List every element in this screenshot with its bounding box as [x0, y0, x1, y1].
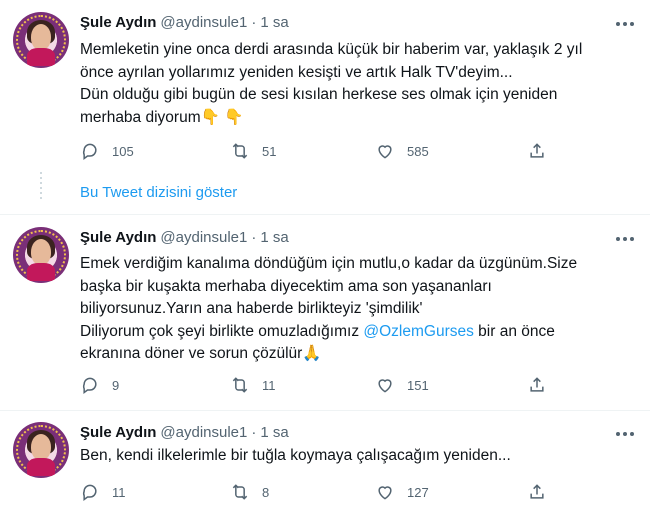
separator: · — [251, 14, 257, 31]
like-button[interactable]: 151 — [375, 375, 429, 395]
tweet-text-line: Emek verdiğim kanalıma döndüğüm için mut… — [80, 255, 578, 272]
tweet-text-fragment: Diliyorum çok şeyi birlikte omuzladığımı… — [80, 322, 364, 340]
like-icon — [378, 379, 392, 393]
more-icon[interactable] — [612, 424, 638, 444]
separator: · — [251, 229, 257, 246]
tweet-text: Emek verdiğim kanalıma döndüğüm için mut… — [80, 253, 640, 366]
share-button[interactable] — [527, 375, 547, 395]
tweet-text-line: Dün olduğu gibi bugün de sesi kısılan he… — [80, 86, 558, 103]
reply-button[interactable]: 11 — [80, 482, 126, 502]
reply-count: 105 — [112, 143, 134, 159]
tweet-text-line: Memleketin yine onca derdi arasında küçü… — [80, 41, 583, 58]
like-icon — [378, 486, 392, 500]
retweet-button[interactable]: 51 — [230, 141, 276, 161]
separator: · — [251, 424, 257, 441]
tweet-text-line: Diliyorum çok şeyi birlikte omuzladığımı… — [80, 321, 640, 344]
tweet-actions: 11 8 127 — [80, 482, 560, 502]
retweet-icon — [232, 377, 248, 393]
tweet-text-line: başka bir kuşakta merhaba diyecektim ama… — [80, 277, 492, 295]
share-icon — [530, 377, 544, 392]
author-handle[interactable]: @aydinsule1 — [160, 14, 247, 31]
retweet-icon — [232, 484, 248, 500]
timestamp[interactable]: 1 sa — [260, 14, 288, 31]
share-button[interactable] — [527, 482, 547, 502]
thread-connector — [40, 172, 42, 202]
retweet-count: 8 — [262, 484, 270, 500]
reply-button[interactable]: 105 — [80, 141, 134, 161]
tweet-header: Şule Aydın @aydinsule1 · 1 sa — [80, 14, 289, 31]
like-button[interactable]: 585 — [375, 141, 429, 161]
tweet-text-fragment: merhaba diyorum — [80, 108, 201, 126]
folded-hands-emoji: 🙏 — [302, 345, 322, 362]
retweet-button[interactable]: 11 — [230, 375, 276, 395]
share-icon — [530, 484, 544, 499]
tweet-actions: 9 11 151 — [80, 375, 560, 395]
retweet-icon — [232, 143, 248, 159]
tweet-text: Memleketin yine onca derdi arasında küçü… — [80, 39, 640, 129]
reply-count: 11 — [112, 484, 126, 500]
divider — [0, 214, 650, 215]
reply-icon — [82, 377, 97, 394]
like-count: 127 — [407, 484, 429, 500]
like-button[interactable]: 127 — [375, 482, 429, 502]
tweet-text-fragment: ekranına döner ve sorun çözülür — [80, 345, 303, 362]
mention-link[interactable]: @OzlemGurses — [363, 323, 473, 340]
reply-count: 9 — [112, 377, 120, 393]
avatar[interactable] — [13, 227, 69, 283]
more-icon[interactable] — [612, 14, 638, 34]
tweet-text-fragment: bir an önce — [473, 322, 555, 340]
tweet-text-line: önce ayrılan yollarımız yeniden kesişti … — [80, 63, 513, 81]
retweet-button[interactable]: 8 — [230, 482, 269, 502]
tweet-actions: 105 51 585 — [80, 141, 560, 161]
tweet-text: Ben, kendi ilkelerimle bir tuğla koymaya… — [80, 445, 640, 468]
timestamp[interactable]: 1 sa — [260, 424, 288, 441]
retweet-count: 51 — [262, 143, 277, 159]
tweet-text-line: Ben, kendi ilkelerimle bir tuğla koymaya… — [80, 447, 511, 464]
author-handle[interactable]: @aydinsule1 — [160, 424, 247, 441]
author-name[interactable]: Şule Aydın — [80, 14, 156, 31]
more-icon[interactable] — [612, 229, 638, 249]
share-button[interactable] — [527, 141, 547, 161]
timestamp[interactable]: 1 sa — [260, 229, 288, 246]
tweet-text-line: biliyorsunuz.Yarın ana haberde birliktey… — [80, 300, 423, 317]
like-icon — [378, 145, 392, 159]
like-count: 585 — [407, 143, 429, 159]
share-icon — [530, 143, 544, 158]
like-count: 151 — [407, 377, 429, 393]
avatar[interactable] — [13, 12, 69, 68]
tweet-header: Şule Aydın @aydinsule1 · 1 sa — [80, 229, 289, 246]
retweet-count: 11 — [262, 377, 276, 393]
show-thread-link[interactable]: Bu Tweet dizisini göster — [80, 184, 237, 201]
reply-icon — [82, 143, 97, 160]
author-name[interactable]: Şule Aydın — [80, 229, 156, 246]
author-handle[interactable]: @aydinsule1 — [160, 229, 247, 246]
tweet-text-line: merhaba diyorum👇 👇 — [80, 107, 640, 130]
divider — [0, 410, 650, 411]
reply-button[interactable]: 9 — [80, 375, 119, 395]
author-name[interactable]: Şule Aydın — [80, 424, 156, 441]
avatar[interactable] — [13, 422, 69, 478]
tweet-header: Şule Aydın @aydinsule1 · 1 sa — [80, 424, 289, 441]
tweet-text-line: ekranına döner ve sorun çözülür🙏 — [80, 343, 640, 366]
reply-icon — [82, 484, 97, 501]
pointing-down-emoji: 👇 👇 — [200, 108, 244, 126]
